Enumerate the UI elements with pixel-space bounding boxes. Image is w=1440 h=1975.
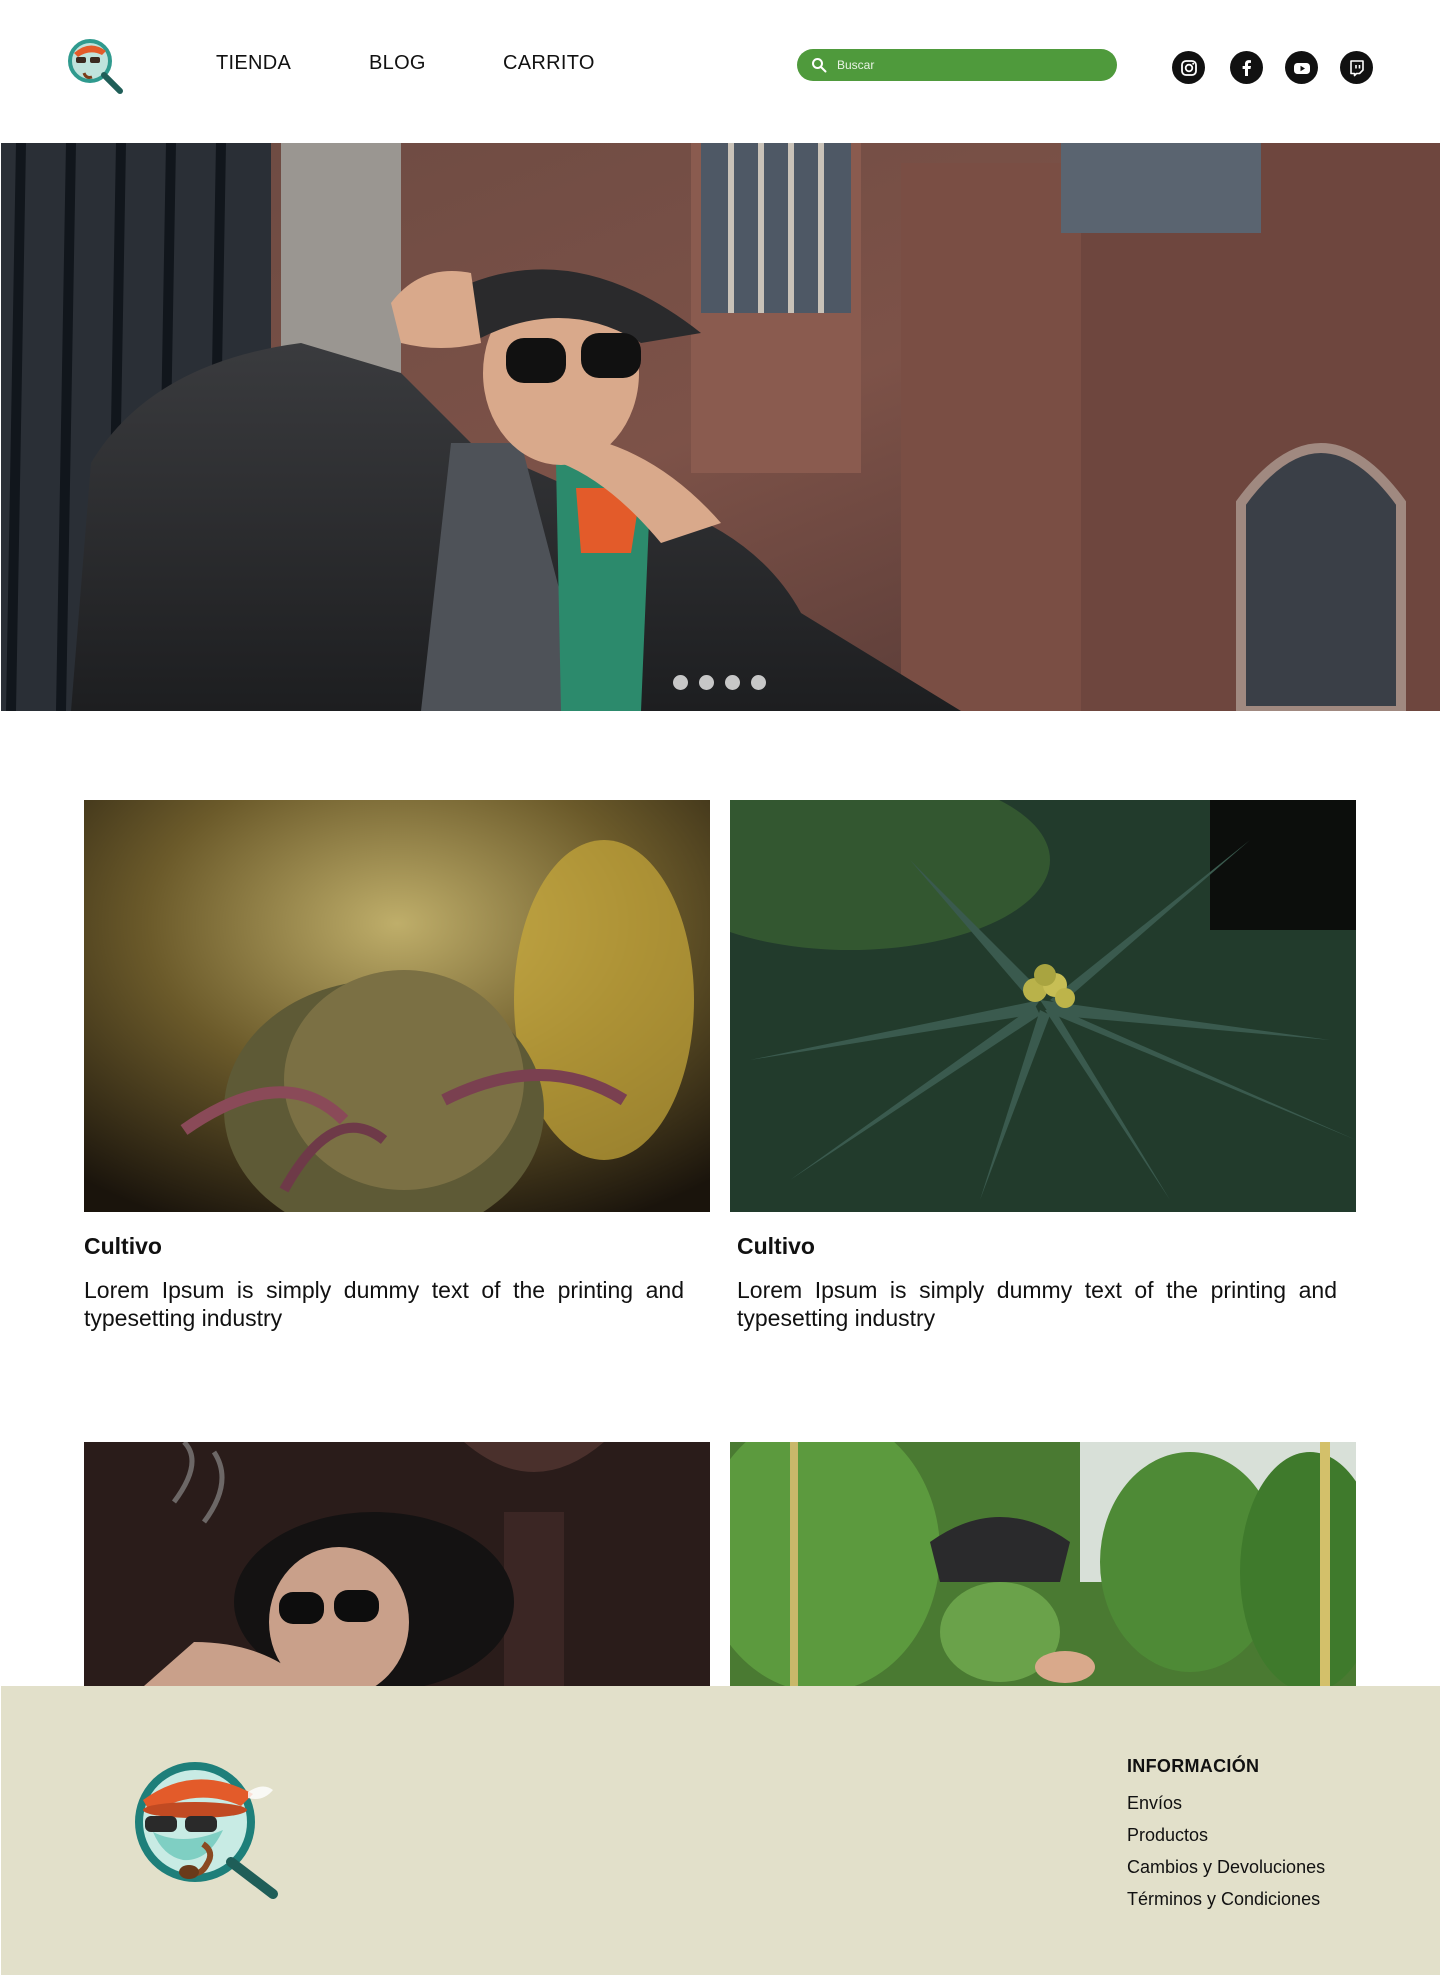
- card-image-2[interactable]: [730, 800, 1356, 1212]
- card-text-1: Lorem Ipsum is simply dummy text of the …: [84, 1277, 684, 1331]
- footer-link-cambios[interactable]: Cambios y Devoluciones: [1127, 1851, 1325, 1883]
- nav-blog[interactable]: BLOG: [369, 52, 426, 75]
- slider-dots: [673, 675, 766, 690]
- footer-link-productos[interactable]: Productos: [1127, 1819, 1325, 1851]
- search-icon: [812, 58, 827, 73]
- twitch-icon[interactable]: [1340, 51, 1373, 84]
- footer-info-column: INFORMACIÓN Envíos Productos Cambios y D…: [1127, 1756, 1325, 1915]
- hero-slider[interactable]: [1, 143, 1440, 711]
- hero-image: [1, 143, 1440, 711]
- youtube-icon[interactable]: [1285, 51, 1318, 84]
- facebook-icon[interactable]: [1230, 51, 1263, 84]
- card-text-2: Lorem Ipsum is simply dummy text of the …: [737, 1277, 1337, 1331]
- instagram-icon[interactable]: [1172, 51, 1205, 84]
- card-image-4[interactable]: [730, 1442, 1356, 1686]
- footer-brand-logo[interactable]: [123, 1752, 283, 1902]
- slider-dot-3[interactable]: [725, 675, 740, 690]
- brand-logo[interactable]: [62, 33, 126, 97]
- nav-tienda[interactable]: TIENDA: [216, 52, 291, 75]
- nav-carrito[interactable]: CARRITO: [503, 52, 595, 75]
- footer-link-terminos[interactable]: Términos y Condiciones: [1127, 1883, 1325, 1915]
- footer-heading: INFORMACIÓN: [1127, 1756, 1260, 1776]
- card-title-1: Cultivo: [84, 1233, 162, 1259]
- site-header: TIENDA BLOG CARRITO: [0, 0, 1440, 143]
- site-footer: INFORMACIÓN Envíos Productos Cambios y D…: [1, 1686, 1440, 1975]
- slider-dot-4[interactable]: [751, 675, 766, 690]
- card-title-2: Cultivo: [737, 1233, 815, 1259]
- card-image-3[interactable]: [84, 1442, 710, 1686]
- card-image-1[interactable]: [84, 800, 710, 1212]
- footer-link-envios[interactable]: Envíos: [1127, 1787, 1325, 1819]
- slider-dot-2[interactable]: [699, 675, 714, 690]
- search-bar[interactable]: [797, 49, 1117, 81]
- slider-dot-1[interactable]: [673, 675, 688, 690]
- search-input[interactable]: [837, 58, 1097, 72]
